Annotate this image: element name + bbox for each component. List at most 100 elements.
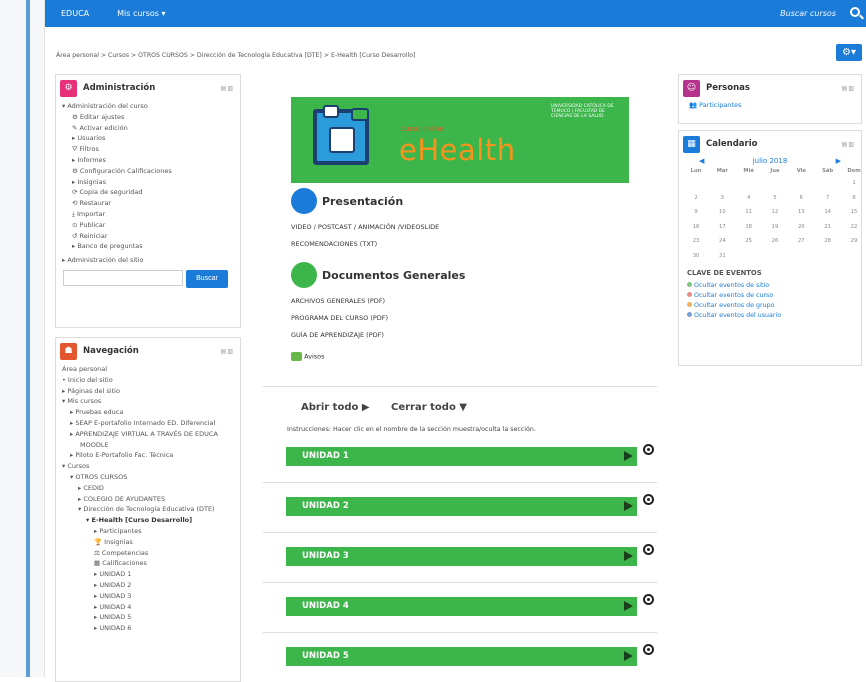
nav-item[interactable]: ▸ UNIDAD 5: [62, 612, 240, 623]
prev-month-icon[interactable]: ◀: [699, 157, 704, 165]
unit-section-toggle[interactable]: UNIDAD 5: [286, 647, 637, 666]
admin-search-button[interactable]: Buscar: [186, 269, 228, 288]
nav-item[interactable]: ▸ UNIDAD 6: [62, 623, 240, 634]
admin-item[interactable]: ↺ Reiniciar: [62, 231, 240, 242]
admin-item[interactable]: ▸ Banco de preguntas: [62, 241, 240, 252]
admin-item[interactable]: ⚙ Configuración Calificaciones: [62, 166, 240, 177]
block-controls-icon[interactable]: ▤▥: [842, 141, 855, 148]
nav-item[interactable]: • Inicio del sitio: [62, 375, 240, 386]
archivos-link[interactable]: ARCHIVOS GENERALES (PDF): [291, 297, 385, 305]
participants-link[interactable]: 👥 Participantes: [679, 101, 861, 109]
open-all-toggle[interactable]: Abrir todo ▶: [301, 402, 370, 413]
admin-item[interactable]: ▸ Insignias: [62, 177, 240, 188]
calendar-day[interactable]: 26: [764, 238, 786, 244]
admin-item[interactable]: ⚙ Editar ajustes: [62, 112, 240, 123]
visibility-icon[interactable]: [643, 594, 654, 605]
calendar-day[interactable]: 17: [711, 224, 733, 230]
calendar-day[interactable]: 6: [790, 195, 812, 201]
brand-link[interactable]: EDUCA: [61, 9, 89, 18]
nav-item[interactable]: 🏆 Insignias: [62, 537, 240, 548]
nav-item[interactable]: ▾ Mis cursos: [62, 396, 240, 407]
calendar-day[interactable]: 8: [843, 195, 865, 201]
unit-section-toggle[interactable]: UNIDAD 3: [286, 547, 637, 566]
visibility-icon[interactable]: [643, 644, 654, 655]
calendar-day[interactable]: 30: [685, 253, 707, 259]
calendar-day[interactable]: 19: [764, 224, 786, 230]
nav-item[interactable]: ▾ Cursos: [62, 461, 240, 472]
nav-item[interactable]: ▸ Pruebas educa: [62, 407, 240, 418]
visibility-icon[interactable]: [643, 544, 654, 555]
block-controls-icon[interactable]: ▤▥: [221, 85, 234, 92]
event-key-link[interactable]: Ocultar eventos de curso: [679, 291, 861, 301]
event-key-link[interactable]: Ocultar eventos del usuario: [679, 311, 861, 321]
calendar-day[interactable]: 18: [738, 224, 760, 230]
next-month-icon[interactable]: ▶: [836, 157, 841, 165]
calendar-day[interactable]: 25: [738, 238, 760, 244]
calendar-day[interactable]: 16: [685, 224, 707, 230]
calendar-day[interactable]: 15: [843, 209, 865, 215]
nav-item[interactable]: ▾ E-Health [Curso Desarrollo]: [62, 515, 240, 526]
nav-item[interactable]: ▸ APRENDIZAJE VIRTUAL A TRAVÉS DE EDUCA: [62, 429, 240, 440]
site-admin-item[interactable]: ▸ Administración del sitio: [62, 255, 240, 266]
unit-section-toggle[interactable]: UNIDAD 4: [286, 597, 637, 616]
calendar-day[interactable]: 5: [764, 195, 786, 201]
nav-item[interactable]: ⚖ Competencias: [62, 548, 240, 559]
unit-section-toggle[interactable]: UNIDAD 1: [286, 447, 637, 466]
calendar-month[interactable]: julio 2018: [753, 157, 788, 165]
visibility-icon[interactable]: [643, 494, 654, 505]
admin-item[interactable]: ⤓ Importar: [62, 209, 240, 220]
breadcrumb[interactable]: Área personal > Cursos > OTROS CURSOS > …: [56, 52, 415, 59]
nav-item[interactable]: Área personal: [62, 364, 240, 375]
nav-item[interactable]: ▸ Piloto E-Portafolio Fac. Técnica: [62, 450, 240, 461]
event-key-link[interactable]: Ocultar eventos de grupo: [679, 301, 861, 311]
unit-section-toggle[interactable]: UNIDAD 2: [286, 497, 637, 516]
calendar-day[interactable]: 24: [711, 238, 733, 244]
nav-item[interactable]: ▸ UNIDAD 1: [62, 569, 240, 580]
nav-item[interactable]: ▸ Participantes: [62, 526, 240, 537]
event-key-link[interactable]: Ocultar eventos de sitio: [679, 281, 861, 291]
nav-item[interactable]: ▸ UNIDAD 2: [62, 580, 240, 591]
admin-item[interactable]: ⛛ Filtros: [62, 144, 240, 155]
calendar-day[interactable]: 22: [843, 224, 865, 230]
block-controls-icon[interactable]: ▤▥: [221, 348, 234, 355]
admin-item[interactable]: ▸ Informes: [62, 155, 240, 166]
nav-item[interactable]: ▾ OTROS CURSOS: [62, 472, 240, 483]
nav-item[interactable]: MOODLE: [62, 440, 240, 451]
calendar-day[interactable]: 3: [711, 195, 733, 201]
calendar-day[interactable]: 4: [738, 195, 760, 201]
calendar-day[interactable]: 14: [817, 209, 839, 215]
recomendaciones-link[interactable]: RECOMENDACIONES (TXT): [291, 240, 377, 248]
calendar-day[interactable]: 20: [790, 224, 812, 230]
calendar-day[interactable]: 28: [817, 238, 839, 244]
calendar-day[interactable]: 1: [843, 180, 865, 186]
visibility-icon[interactable]: [643, 444, 654, 455]
nav-item[interactable]: ▦ Calificaciones: [62, 558, 240, 569]
mis-cursos-menu[interactable]: Mis cursos ▾: [117, 9, 165, 18]
nav-item[interactable]: ▸ Páginas del sitio: [62, 386, 240, 397]
calendar-day[interactable]: 7: [817, 195, 839, 201]
search-courses-link[interactable]: Buscar cursos: [780, 9, 836, 18]
admin-item[interactable]: ✎ Activar edición: [62, 123, 240, 134]
admin-search-input[interactable]: [63, 269, 183, 286]
calendar-day[interactable]: 21: [817, 224, 839, 230]
calendar-day[interactable]: 13: [790, 209, 812, 215]
calendar-day[interactable]: 9: [685, 209, 707, 215]
calendar-day[interactable]: 31: [711, 253, 733, 259]
guia-link[interactable]: GUÍA DE APRENDIZAJE (PDF): [291, 331, 384, 339]
nav-item[interactable]: ▸ CEDID: [62, 483, 240, 494]
close-all-toggle[interactable]: Cerrar todo ▼: [391, 402, 467, 413]
admin-item[interactable]: ▾ Administración del curso: [62, 101, 240, 112]
admin-item[interactable]: ⊙ Publicar: [62, 220, 240, 231]
calendar-day[interactable]: 11: [738, 209, 760, 215]
programa-link[interactable]: PROGRAMA DEL CURSO (PDF): [291, 314, 388, 322]
nav-item[interactable]: ▸ UNIDAD 4: [62, 602, 240, 613]
block-controls-icon[interactable]: ▤▥: [842, 85, 855, 92]
calendar-day[interactable]: 29: [843, 238, 865, 244]
calendar-day[interactable]: 23: [685, 238, 707, 244]
admin-item[interactable]: ▸ Usuarios: [62, 133, 240, 144]
avisos-link[interactable]: Avisos: [291, 352, 325, 361]
nav-item[interactable]: ▾ Dirección de Tecnología Educativa (DTE…: [62, 504, 240, 515]
calendar-day[interactable]: 12: [764, 209, 786, 215]
video-link[interactable]: VIDEO / POSTCAST / ANIMACIÓN /VIDEOSLIDE: [291, 223, 439, 231]
admin-item[interactable]: ⟳ Copia de seguridad: [62, 187, 240, 198]
